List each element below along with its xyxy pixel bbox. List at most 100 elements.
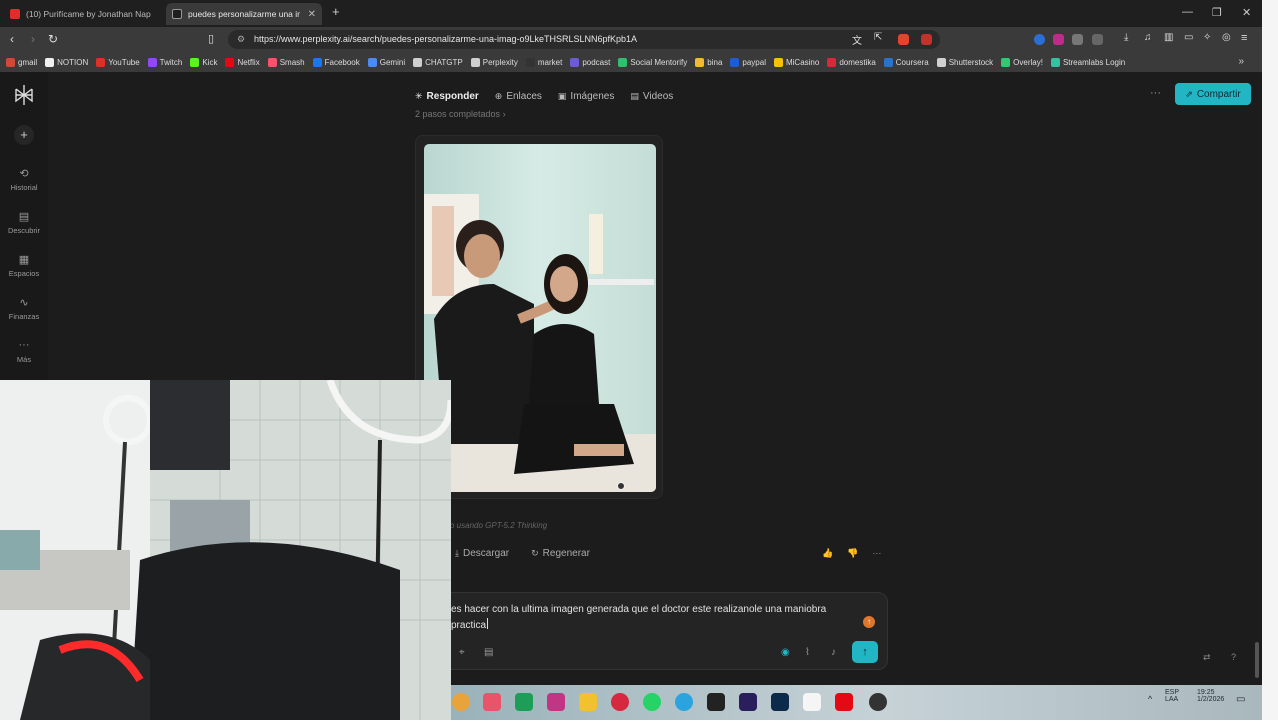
chrome-taskbar-icon[interactable] [452, 693, 470, 711]
tab-youtube[interactable]: (10) Purifícame by Jonathan Nap [4, 3, 164, 25]
notion-taskbar-icon[interactable] [803, 693, 821, 711]
bookmark-item[interactable]: podcast [570, 57, 610, 67]
bookmark-item[interactable]: MiCasino [773, 57, 819, 67]
sidebar-item-ms[interactable]: ··· Más [0, 339, 48, 364]
bookmark-item[interactable]: gmail [6, 57, 37, 67]
download-icon[interactable]: ⤓ [1124, 32, 1128, 43]
telegram-taskbar-icon[interactable] [675, 693, 693, 711]
bookmark-item[interactable]: Facebook [312, 57, 360, 67]
obs-taskbar-icon[interactable] [869, 693, 887, 711]
model-selector-icon[interactable]: ◉ [781, 647, 790, 658]
netflix-taskbar-icon[interactable] [835, 693, 853, 711]
mail-taskbar-icon[interactable] [707, 693, 725, 711]
leo-icon[interactable]: ✧ [1203, 32, 1211, 43]
clock[interactable]: 19:25 1/2/2026 [1197, 689, 1224, 703]
more-actions-icon[interactable]: ··· [872, 548, 881, 559]
bookmark-item[interactable]: Overlay! [1001, 57, 1043, 67]
bookmark-item[interactable]: NOTION [45, 57, 88, 67]
bookmark-item[interactable]: paypal [730, 57, 766, 67]
bookmark-item[interactable]: market [525, 57, 562, 67]
close-window-icon[interactable]: ✕ [1242, 6, 1251, 19]
brave-shield-icon[interactable] [898, 34, 909, 45]
tab-enlaces[interactable]: ⊕ Enlaces [495, 91, 542, 102]
whatsapp-taskbar-icon[interactable] [643, 693, 661, 711]
pinterest-taskbar-icon[interactable] [611, 693, 629, 711]
extensions-puzzle-icon[interactable] [1072, 34, 1083, 45]
bookmark-item[interactable]: Kick [190, 57, 217, 67]
sidebar-toggle-icon[interactable]: ▥ [1164, 32, 1173, 43]
extension-notification-icon[interactable]: ↑ [863, 616, 875, 628]
forward-icon[interactable]: › [31, 32, 35, 46]
bookmark-item[interactable]: CHATGTP [413, 57, 463, 67]
bookmark-item[interactable]: Coursera [883, 57, 929, 67]
rewards-icon[interactable] [921, 34, 932, 45]
tab-perplexity[interactable]: puedes personalizarme una imag ✕ [166, 3, 322, 25]
close-tab-icon[interactable]: ✕ [308, 9, 316, 20]
tab-videos[interactable]: ▤ Videos [630, 91, 673, 102]
composer[interactable]: es hacer con la ultima imagen generada q… [440, 592, 888, 670]
notifications-icon[interactable]: ▭ [1236, 694, 1245, 705]
regenerate-button[interactable]: ↻ Regenerar [531, 548, 590, 559]
meet-taskbar-icon[interactable] [515, 693, 533, 711]
site-info-icon[interactable]: ⚙ [237, 30, 245, 49]
generated-image[interactable] [424, 144, 656, 492]
bookmark-item[interactable]: Gemini [367, 57, 405, 67]
download-button[interactable]: ⤓ Descargar [455, 548, 509, 559]
reload-icon[interactable]: ↻ [48, 32, 58, 46]
extension-pink-icon[interactable] [1053, 34, 1064, 45]
tab-responder[interactable]: ✳ Responder [415, 91, 479, 102]
scrollbar[interactable] [1255, 642, 1259, 678]
bookmark-item[interactable]: Social Mentorify [618, 57, 687, 67]
more-options-icon[interactable]: ··· [1150, 87, 1161, 99]
focus-icon[interactable]: ⌖ [459, 647, 465, 658]
tray-arrow-icon[interactable]: ^ [1148, 694, 1152, 704]
sidebar-item-finanzas[interactable]: ∿ Finanzas [0, 296, 48, 321]
bookmark-item[interactable]: Twitch [147, 57, 182, 67]
media-icon[interactable]: ♫ [1144, 32, 1152, 43]
vpn-icon[interactable]: ◎ [1222, 32, 1231, 43]
bookmark-item[interactable]: Netflix [225, 57, 260, 67]
extension-gray-icon[interactable] [1092, 34, 1103, 45]
composer-input[interactable]: es hacer con la ultima imagen generada q… [451, 602, 871, 634]
new-thread-button[interactable]: + [14, 125, 34, 145]
bookmark-item[interactable]: Shutterstock [936, 57, 993, 67]
sidebar-item-historial[interactable]: ⟲ Historial [0, 167, 48, 192]
extension-blue-icon[interactable] [1034, 34, 1045, 45]
bookmark-item[interactable]: Perplexity [470, 57, 518, 67]
attach-icon[interactable]: ⌇ [805, 647, 810, 658]
explorer-taskbar-icon[interactable] [579, 693, 597, 711]
bookmark-item[interactable]: bina [695, 57, 722, 67]
bookmarks-overflow-icon[interactable]: » [1238, 56, 1244, 67]
app-taskbar-icon[interactable] [483, 693, 501, 711]
photoshop-taskbar-icon[interactable] [771, 693, 789, 711]
restore-icon[interactable]: ❐ [1212, 6, 1222, 19]
perplexity-logo-icon[interactable] [13, 84, 35, 106]
microphone-icon[interactable]: ♪ [831, 647, 836, 658]
back-icon[interactable]: ‹ [10, 32, 14, 46]
help-icon[interactable]: ? [1231, 652, 1236, 662]
wallet-icon[interactable]: ▭ [1184, 32, 1193, 43]
translate-widget-icon[interactable]: ⇄ [1203, 652, 1211, 663]
minimize-icon[interactable]: — [1182, 6, 1193, 18]
bookmark-item[interactable]: Smash [267, 57, 305, 67]
bookmark-item[interactable]: domestika [827, 57, 876, 67]
generated-image-card[interactable] [415, 135, 663, 499]
send-button[interactable]: ↑ [852, 641, 878, 663]
tab-imgenes[interactable]: ▣ Imágenes [558, 91, 614, 102]
thumbs-up-icon[interactable]: 👍 [822, 548, 833, 559]
premiere-taskbar-icon[interactable] [739, 693, 757, 711]
sidebar-item-descubrir[interactable]: ▤ Descubrir [0, 210, 48, 235]
share-button[interactable]: ⇗ Compartir [1175, 83, 1251, 105]
bookmark-icon[interactable]: ▯ [208, 32, 214, 45]
address-bar[interactable]: ⚙ https://www.perplexity.ai/search/puede… [228, 30, 940, 49]
steps-completed[interactable]: 2 pasos completados › [415, 109, 506, 119]
share-page-icon[interactable]: ⇱ [874, 32, 882, 43]
new-tab-button[interactable]: + [332, 4, 340, 19]
thumbs-down-icon[interactable]: 👎 [847, 548, 858, 559]
language-indicator[interactable]: ESP LAA [1165, 689, 1179, 703]
instagram-taskbar-icon[interactable] [547, 693, 565, 711]
attach-space-icon[interactable]: ▤ [484, 647, 493, 658]
translate-icon[interactable]: 文 [852, 32, 862, 47]
menu-icon[interactable]: ≡ [1241, 32, 1247, 44]
bookmark-item[interactable]: Streamlabs Login [1050, 57, 1125, 67]
